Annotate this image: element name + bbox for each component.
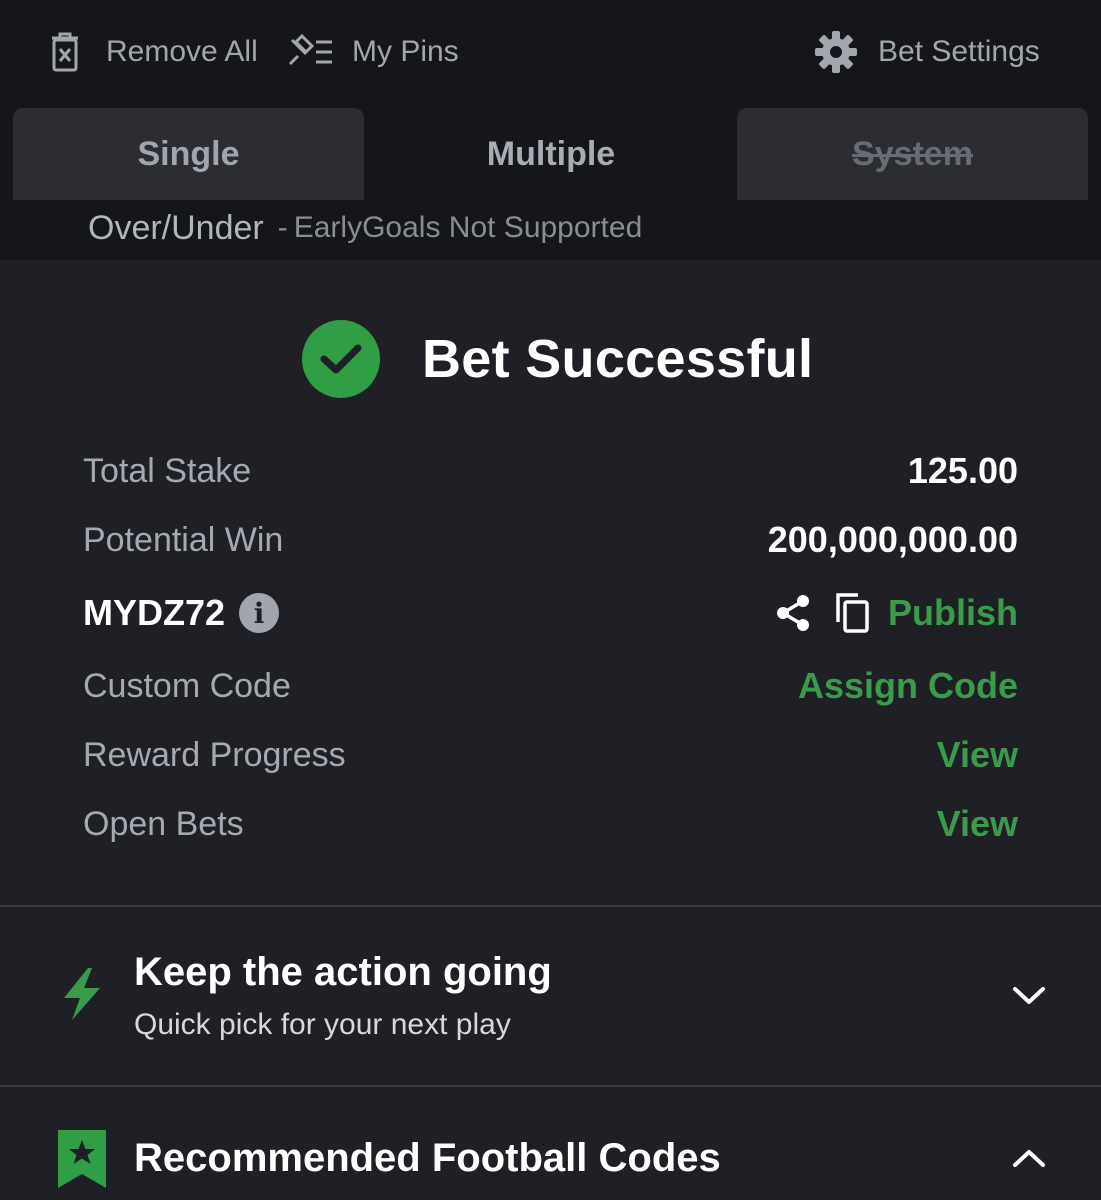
keep-action-subtitle: Quick pick for your next play xyxy=(134,1008,511,1041)
info-icon[interactable]: i xyxy=(239,593,280,633)
publish-link[interactable]: Publish xyxy=(888,592,1018,634)
custom-code-row: Custom Code Assign Code xyxy=(83,661,1018,711)
potential-win-row: Potential Win 200,000,000.00 xyxy=(83,515,1018,565)
booking-code: MYDZ72 xyxy=(83,592,226,633)
total-stake-value: 125.00 xyxy=(907,450,1018,491)
open-bets-label: Open Bets xyxy=(83,804,244,843)
remove-all-button[interactable]: Remove All xyxy=(46,26,258,78)
divider xyxy=(0,1085,1101,1087)
assign-code-link[interactable]: Assign Code xyxy=(798,665,1018,707)
reward-progress-label: Reward Progress xyxy=(83,735,346,774)
custom-code-label: Custom Code xyxy=(83,666,291,705)
lightning-icon xyxy=(64,968,100,1020)
open-bets-row: Open Bets View xyxy=(83,799,1018,849)
notice-market: Over/Under xyxy=(88,208,264,247)
tab-single[interactable]: Single xyxy=(13,108,364,200)
chevron-down-icon[interactable] xyxy=(1010,982,1048,1008)
gear-icon xyxy=(815,31,857,73)
trash-x-icon xyxy=(52,32,78,72)
copy-icon[interactable] xyxy=(834,592,872,634)
recommended-title: Recommended Football Codes xyxy=(134,1136,721,1180)
chevron-up-icon[interactable] xyxy=(1010,1146,1048,1172)
bookmark-star-icon xyxy=(58,1130,106,1188)
my-pins-button[interactable]: My Pins xyxy=(288,26,459,78)
share-icon[interactable] xyxy=(774,593,812,633)
check-circle-icon xyxy=(302,320,380,398)
betslip-header: Remove All My Pins Bet Settings Single M… xyxy=(0,0,1101,260)
reward-progress-view-link[interactable]: View xyxy=(937,734,1018,776)
bet-settings-button[interactable]: Bet Settings xyxy=(814,26,1040,78)
tab-system: System xyxy=(737,108,1088,200)
reward-progress-row: Reward Progress View xyxy=(83,730,1018,780)
booking-code-row: MYDZ72 i Publish xyxy=(83,588,1018,638)
potential-win-label: Potential Win xyxy=(83,520,284,559)
notice-separator: - xyxy=(277,211,288,244)
remove-all-label: Remove All xyxy=(106,35,258,68)
toolbar: Remove All My Pins Bet Settings xyxy=(0,0,1101,104)
total-stake-label: Total Stake xyxy=(83,451,252,490)
tab-multiple[interactable]: Multiple xyxy=(376,108,726,200)
unsupported-market-notice: Over/Under - EarlyGoals Not Supported xyxy=(88,204,642,252)
divider xyxy=(0,905,1101,907)
open-bets-view-link[interactable]: View xyxy=(937,803,1018,845)
success-header: Bet Successful xyxy=(302,318,813,400)
notice-message: EarlyGoals Not Supported xyxy=(293,211,643,244)
success-title: Bet Successful xyxy=(422,329,814,389)
booking-code-group: MYDZ72 i xyxy=(83,592,280,634)
booking-code-actions: Publish xyxy=(774,592,1018,634)
bet-settings-label: Bet Settings xyxy=(878,35,1040,68)
keep-action-title: Keep the action going xyxy=(134,950,552,994)
my-pins-label: My Pins xyxy=(352,35,459,68)
pin-list-icon xyxy=(288,34,332,66)
potential-win-value: 200,000,000.00 xyxy=(767,519,1018,560)
total-stake-row: Total Stake 125.00 xyxy=(83,446,1018,496)
